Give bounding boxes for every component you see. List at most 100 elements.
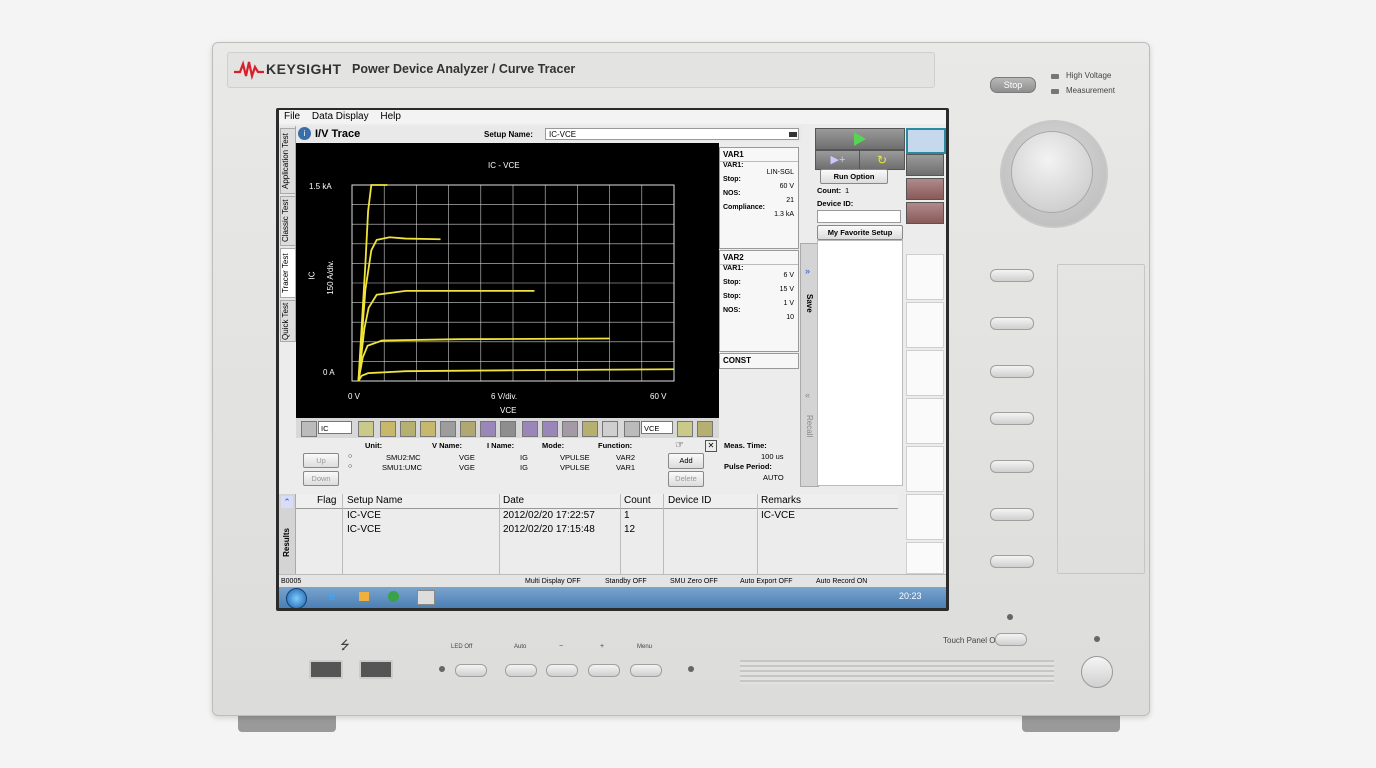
radio-row-2[interactable]: ○ <box>348 463 352 470</box>
collapse-results-icon[interactable]: ⌃ <box>281 496 293 508</box>
col-count[interactable]: Count <box>624 495 651 506</box>
var1-stop-value[interactable]: 60 V <box>720 183 794 190</box>
table-row[interactable]: IC-VCE 2012/02/20 17:22:57 1 IC-VCE <box>296 510 898 524</box>
info-icon[interactable]: i <box>298 127 311 140</box>
menu-button[interactable] <box>630 664 662 677</box>
start-button[interactable] <box>286 588 307 608</box>
y-axis-combo[interactable]: IC <box>318 421 352 434</box>
scale-icon[interactable] <box>440 421 456 437</box>
run-single-button[interactable] <box>815 128 905 150</box>
tangent-icon[interactable] <box>522 421 538 437</box>
close-icon[interactable]: ✕ <box>705 440 717 452</box>
usb-port-1[interactable] <box>309 660 343 679</box>
x-marker-icon[interactable] <box>677 421 693 437</box>
led-off-button[interactable] <box>455 664 487 677</box>
plus-button[interactable] <box>588 664 620 677</box>
tab-quick-test[interactable]: Quick Test <box>280 300 296 342</box>
status-auto-record[interactable]: Auto Record ON <box>816 576 867 587</box>
zoom-icon[interactable] <box>420 421 436 437</box>
recall-tab[interactable]: Recall <box>805 415 814 437</box>
standby-icon[interactable] <box>906 202 944 224</box>
var2-stop-value[interactable]: 15 V <box>720 286 794 293</box>
side-button-5[interactable] <box>906 446 944 492</box>
window-icon[interactable] <box>906 154 944 176</box>
softkey-6[interactable] <box>990 508 1034 521</box>
softkey-5[interactable] <box>990 460 1034 473</box>
overlay-icon[interactable] <box>500 421 516 437</box>
col-date[interactable]: Date <box>503 495 524 506</box>
side-button-6[interactable] <box>906 494 944 540</box>
pointer-icon[interactable]: ☞ <box>675 440 684 451</box>
clear-line-icon[interactable] <box>562 421 578 437</box>
power-button[interactable] <box>1081 656 1113 688</box>
status-multi-display[interactable]: Multi Display OFF <box>525 576 581 587</box>
setup-name-field[interactable]: IC-VCE <box>545 128 799 140</box>
status-smu-zero[interactable]: SMU Zero OFF <box>670 576 718 587</box>
menu-file[interactable]: File <box>284 110 300 124</box>
x-axis-combo[interactable]: VCE <box>641 421 673 434</box>
screen-icon[interactable] <box>906 178 944 200</box>
regression-icon[interactable] <box>542 421 558 437</box>
menu-help[interactable]: Help <box>380 110 401 124</box>
pulse-period-value[interactable]: AUTO <box>763 473 784 482</box>
auto-button[interactable] <box>505 664 537 677</box>
row2-function[interactable]: VAR1 <box>616 463 635 472</box>
side-button-1[interactable] <box>906 254 944 300</box>
row2-vname[interactable]: VGE <box>459 463 475 472</box>
row1-function[interactable]: VAR2 <box>616 453 635 462</box>
row1-vname[interactable]: VGE <box>459 453 475 462</box>
count-value[interactable]: 1 <box>845 186 849 195</box>
side-button-2[interactable] <box>906 302 944 348</box>
x-scale-icon[interactable] <box>697 421 713 437</box>
row2-unit[interactable]: SMU1:UMC <box>382 463 422 472</box>
var2-start-value[interactable]: 6 V <box>720 272 794 279</box>
side-button-7[interactable] <box>906 542 944 574</box>
row1-iname[interactable]: IG <box>520 453 528 462</box>
app-icon[interactable] <box>388 591 399 602</box>
stop-button[interactable]: Stop <box>990 77 1036 93</box>
table-row[interactable]: IC-VCE 2012/02/20 17:15:48 12 <box>296 524 898 538</box>
row2-mode[interactable]: VPULSE <box>560 463 590 472</box>
tab-tracer-test[interactable]: Tracer Test <box>280 248 296 298</box>
softkey-3[interactable] <box>990 365 1034 378</box>
up-button[interactable]: Up <box>303 453 339 468</box>
softkey-2[interactable] <box>990 317 1034 330</box>
var1-nos-value[interactable]: 21 <box>720 197 794 204</box>
append-run-icon[interactable]: ▶+ <box>815 150 861 170</box>
tab-classic-test[interactable]: Classic Test <box>280 196 296 246</box>
repeat-run-icon[interactable]: ↻ <box>859 150 905 170</box>
softkey-1[interactable] <box>990 269 1034 282</box>
touch-panel-button[interactable] <box>995 633 1027 646</box>
recall-icon[interactable] <box>582 421 598 437</box>
rotary-knob[interactable] <box>1011 131 1093 213</box>
axis-select-icon[interactable] <box>301 421 317 437</box>
minus-button[interactable] <box>546 664 578 677</box>
var1-compliance-value[interactable]: 1.3 kA <box>720 211 794 218</box>
setup-save-icon[interactable] <box>789 132 797 137</box>
var1-mode[interactable]: LIN-SGL <box>720 169 794 176</box>
run-option-button[interactable]: Run Option <box>820 169 888 184</box>
side-button-3[interactable] <box>906 350 944 396</box>
row1-unit[interactable]: SMU2:MC <box>386 453 421 462</box>
analyzer-task-icon[interactable] <box>417 590 435 605</box>
col-flag[interactable]: Flag <box>317 495 336 506</box>
var2-nos-value[interactable]: 10 <box>720 314 794 321</box>
favorite-setup-list[interactable] <box>817 240 903 486</box>
device-id-field[interactable] <box>817 210 901 223</box>
display-mode-icon[interactable] <box>906 128 946 154</box>
results-tab[interactable]: Results <box>282 528 291 557</box>
expand-save-icon[interactable]: » <box>805 266 810 276</box>
line-icon[interactable] <box>400 421 416 437</box>
radio-row-1[interactable]: ○ <box>348 453 352 460</box>
grid-icon[interactable] <box>480 421 496 437</box>
col-device-id[interactable]: Device ID <box>668 495 711 506</box>
status-auto-export[interactable]: Auto Export OFF <box>740 576 793 587</box>
var2-step-value[interactable]: 1 V <box>720 300 794 307</box>
row1-mode[interactable]: VPULSE <box>560 453 590 462</box>
col-remarks[interactable]: Remarks <box>761 495 801 506</box>
add-button[interactable]: Add <box>668 453 704 469</box>
side-button-4[interactable] <box>906 398 944 444</box>
menu-data-display[interactable]: Data Display <box>312 110 369 124</box>
const-panel[interactable]: CONST <box>719 353 799 369</box>
iv-plot[interactable]: IC - VCE 1.5 kA 0 A IC 150 A/div. 0 V 6 … <box>296 143 719 418</box>
